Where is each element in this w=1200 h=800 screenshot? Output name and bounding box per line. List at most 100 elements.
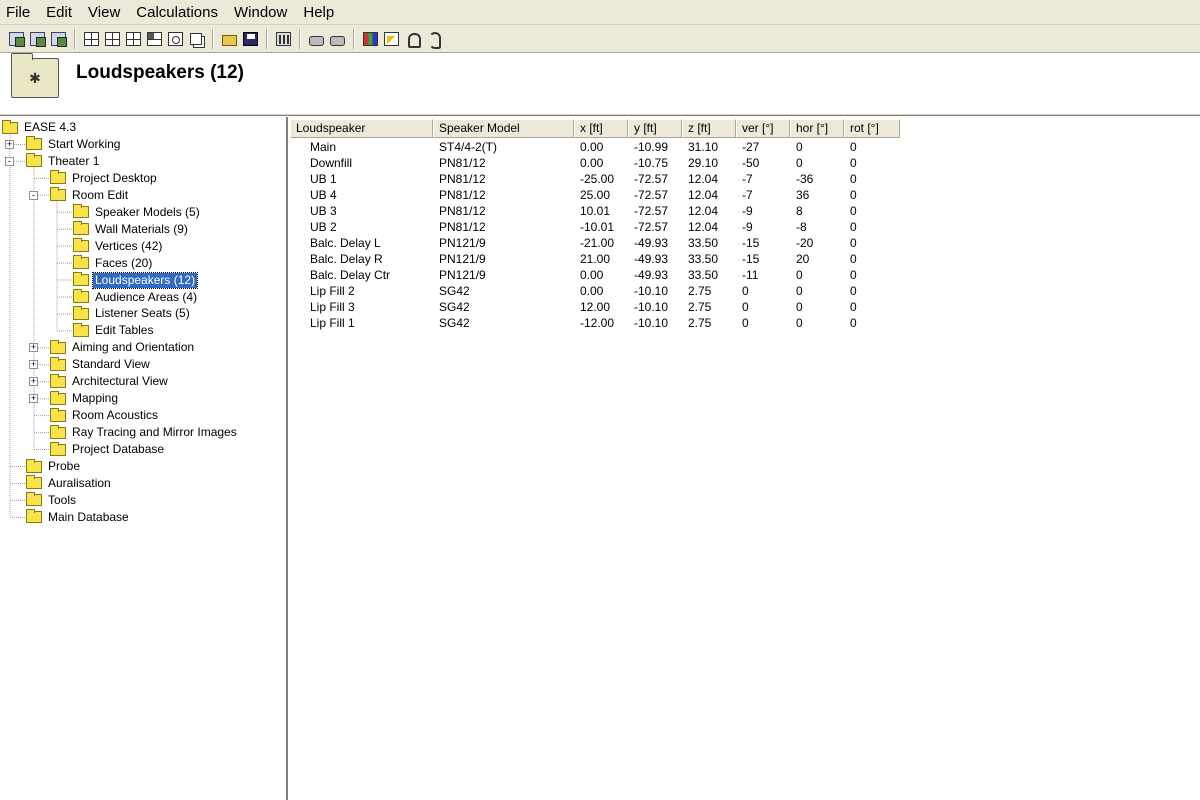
view-target-button[interactable] [165,29,185,49]
tree-item-room-edit[interactable]: Room Edit [50,187,130,204]
tree-item-room-acoustics[interactable]: Room Acoustics [50,407,160,424]
table-row[interactable]: Balc. Delay Ctr PN121/9 0.00 -49.93 33.50 -11… [290,267,900,283]
project-button[interactable] [6,29,26,49]
table-row[interactable]: Downfill PN81/12 0.00 -10.75 29.10 -50 0 0 [290,155,900,171]
menu-bar: File Edit View Calculations Window Help [0,0,1200,25]
tree-item-speaker-models[interactable]: Speaker Models (5) [73,204,202,221]
table-row[interactable]: Lip Fill 3 SG42 12.00 -10.10 2.75 0 0 0 [290,299,900,315]
audience-button[interactable] [360,29,380,49]
tree-item-mapping[interactable]: Mapping [50,390,120,407]
tree-item-audience-areas[interactable]: Audience Areas (4) [73,289,199,306]
table-row[interactable]: UB 4 PN81/12 25.00 -72.57 12.04 -7 36 0 [290,187,900,203]
tree-item-edit-tables[interactable]: Edit Tables [73,322,155,339]
table-row[interactable]: Lip Fill 1 SG42 -12.00 -10.10 2.75 0 0 0 [290,315,900,331]
column-header-y[interactable]: y [ft] [628,119,682,138]
tree-item-standard-view[interactable]: Standard View [50,356,152,373]
tree-item-loudspeakers[interactable]: Loudspeakers (12) [73,271,199,289]
menu-help[interactable]: Help [295,0,342,25]
layout-button-3[interactable] [123,29,143,49]
mixer-button[interactable] [273,29,293,49]
menu-window[interactable]: Window [226,0,295,25]
tree-item-main-database[interactable]: Main Database [26,509,131,526]
column-header-x[interactable]: x [ft] [574,119,628,138]
project-icon [8,31,25,47]
tree-item-auralisation[interactable]: Auralisation [26,475,113,492]
save-button[interactable] [240,29,260,49]
column-header-z[interactable]: z [ft] [682,119,736,138]
tree-item-wall-materials[interactable]: Wall Materials (9) [73,221,190,238]
probe-button[interactable] [402,29,422,49]
tree-item-vertices[interactable]: Vertices (42) [73,238,164,255]
tree-item-label: EASE 4.3 [24,120,77,134]
tree-item-project-database[interactable]: Project Database [50,441,166,458]
column-header-speaker-model[interactable]: Speaker Model [433,119,574,138]
tree-item-start-working[interactable]: Start Working [26,136,122,153]
export-icon [50,31,67,47]
table-cell: Main [310,140,337,154]
table-row[interactable]: UB 1 PN81/12 -25.00 -72.57 12.04 -7 -36 0 [290,171,900,187]
tree-item-label: Loudspeakers (12) [91,271,199,289]
ear-button[interactable] [423,29,443,49]
column-header-loudspeaker[interactable]: Loudspeaker [290,119,433,138]
table-cell: 2.75 [688,316,712,330]
expand-icon[interactable]: + [5,139,14,149]
probe-icon [405,32,421,48]
menu-file[interactable]: File [0,0,38,25]
table-cell: SG42 [439,284,470,298]
collapse-icon[interactable]: - [5,156,14,166]
open-button[interactable] [219,29,239,49]
tree-item-probe[interactable]: Probe [26,458,82,475]
table-cell: 0 [850,156,857,170]
chart-button[interactable] [381,29,401,49]
layout-button-4[interactable] [144,29,164,49]
table-row[interactable]: UB 3 PN81/12 10.01 -72.57 12.04 -9 8 0 [290,203,900,219]
table-row[interactable]: Balc. Delay R PN121/9 21.00 -49.93 33.50 -15 2… [290,251,900,267]
table-cell: 8 [796,204,803,218]
tree-item-project-desktop[interactable]: Project Desktop [50,170,159,187]
tree-item-aiming[interactable]: Aiming and Orientation [50,339,196,356]
tree-item-ray-tracing[interactable]: Ray Tracing and Mirror Images [50,424,239,441]
table-cell: -49.93 [634,252,669,266]
table-row[interactable]: Balc. Delay L PN121/9 -21.00 -49.93 33.50 -15… [290,235,900,251]
column-header-hor[interactable]: hor [°] [790,119,844,138]
layout-button-1[interactable] [81,29,101,49]
expand-icon[interactable]: + [29,343,38,353]
menu-edit[interactable]: Edit [38,0,80,25]
table-cell: -25.00 [580,172,615,186]
layout-button-2[interactable] [102,29,122,49]
column-header-rot[interactable]: rot [°] [844,119,900,138]
collapse-icon[interactable]: - [29,190,38,200]
table-cell: 0.00 [580,140,604,154]
expand-icon[interactable]: + [29,377,38,387]
pages-button[interactable] [186,29,206,49]
tree-item-label: Audience Areas (4) [95,289,198,304]
speakers-button[interactable] [306,29,326,49]
table-cell: PN121/9 [439,268,486,282]
expand-icon[interactable]: + [29,394,38,404]
room-button[interactable] [27,29,47,49]
column-header-ver[interactable]: ver [°] [736,119,790,138]
expand-icon[interactable]: + [29,360,38,370]
tree-item-faces[interactable]: Faces (20) [73,255,154,272]
table-row[interactable]: UB 2 PN81/12 -10.01 -72.57 12.04 -9 -8 0 [290,219,900,235]
tree-item-label: Theater 1 [48,153,100,168]
table-cell: -7 [742,172,753,186]
table-cell: 31.10 [688,140,719,154]
menu-view[interactable]: View [80,0,128,25]
table-row[interactable]: Lip Fill 2 SG42 0.00 -10.10 2.75 0 0 0 [290,283,900,299]
tree-item-listener-seats[interactable]: Listener Seats (5) [73,305,192,322]
tree-item-tools[interactable]: Tools [26,492,78,509]
menu-calculations[interactable]: Calculations [128,0,226,25]
table-cell: 0.00 [580,284,604,298]
tree-item-theater-1[interactable]: Theater 1 [26,153,101,170]
tree-item-ease[interactable]: EASE 4.3 [2,119,78,136]
table-cell: ST4/4-2(T) [439,140,498,154]
export-button[interactable] [48,29,68,49]
table-cell: 2.75 [688,300,712,314]
render-button[interactable] [327,29,347,49]
folder-icon [50,373,66,388]
table-row[interactable]: Main ST4/4-2(T) 0.00 -10.99 31.10 -27 0 0 [290,139,900,155]
tree-item-architectural-view[interactable]: Architectural View [50,373,170,390]
table-cell: 0 [850,172,857,186]
table-cell: 12.00 [580,300,611,314]
